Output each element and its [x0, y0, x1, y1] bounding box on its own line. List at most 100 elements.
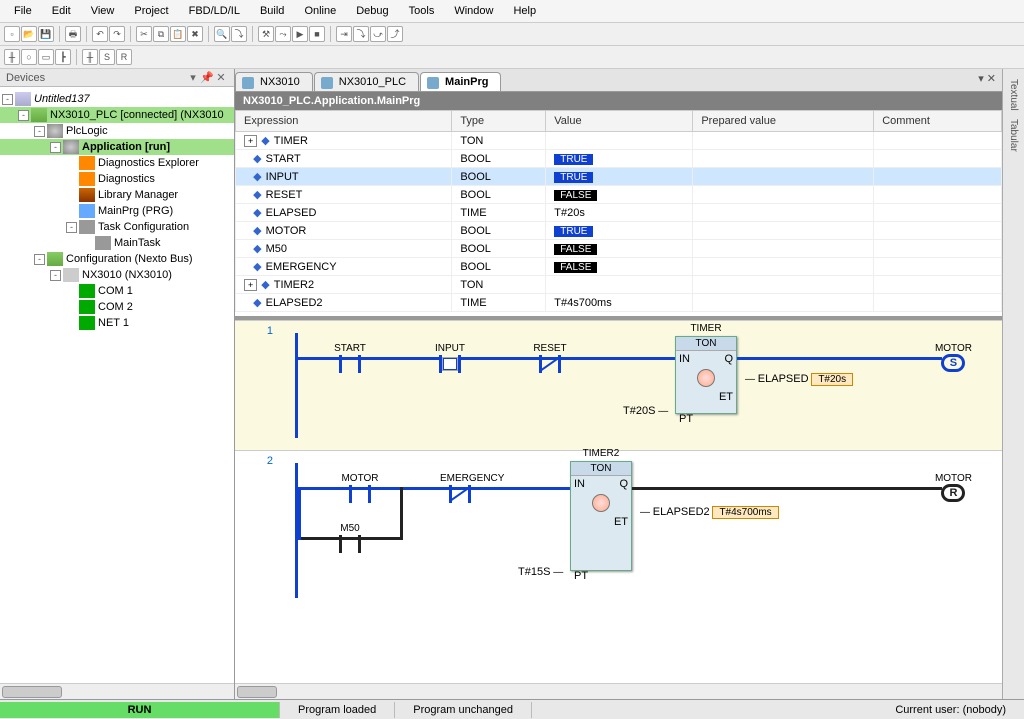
- block-timer[interactable]: TIMER TON INQ ET PT: [675, 336, 737, 414]
- new-icon[interactable]: ▫: [4, 26, 20, 42]
- menu-edit[interactable]: Edit: [42, 2, 81, 20]
- contact-m50[interactable]: M50: [330, 523, 370, 553]
- contact-reset[interactable]: RESET: [530, 343, 570, 373]
- tree-node[interactable]: COM 1: [0, 283, 234, 299]
- col-comment[interactable]: Comment: [874, 111, 1002, 132]
- menu-debug[interactable]: Debug: [346, 2, 398, 20]
- clock-icon: [697, 369, 715, 387]
- find-icon[interactable]: 🔍: [214, 26, 230, 42]
- col-prepared-value[interactable]: Prepared value: [693, 111, 874, 132]
- menubar: FileEditViewProjectFBD/LD/ILBuildOnlineD…: [0, 0, 1024, 23]
- var-row[interactable]: ◆MOTORBOOLTRUE: [236, 222, 1002, 240]
- toolbar-2: ╫ ○ ▭ ┣ ╫ S R: [0, 46, 1024, 69]
- ld-nc-icon[interactable]: ╫: [82, 49, 98, 65]
- tree-node[interactable]: Library Manager: [0, 187, 234, 203]
- rung-2[interactable]: 2 MOTOR EMERGENCY M50: [235, 450, 1002, 610]
- block-timer2[interactable]: TIMER2 TON INQ ET PT: [570, 461, 632, 571]
- panel-menu-icon[interactable]: ▾: [186, 71, 200, 84]
- ld-contact-icon[interactable]: ╫: [4, 49, 20, 65]
- tree-node[interactable]: -PlcLogic: [0, 123, 234, 139]
- contact-input[interactable]: INPUT: [430, 343, 470, 373]
- tree-node[interactable]: -Task Configuration: [0, 219, 234, 235]
- tab-mainprg[interactable]: MainPrg: [420, 72, 501, 91]
- tree-node[interactable]: -Application [run]: [0, 139, 234, 155]
- coil-motor-1[interactable]: MOTOR S: [935, 343, 972, 372]
- var-row[interactable]: ◆M50BOOLFALSE: [236, 240, 1002, 258]
- tree-node[interactable]: -Untitled137: [0, 91, 234, 107]
- menu-online[interactable]: Online: [294, 2, 346, 20]
- tree-node[interactable]: Diagnostics Explorer: [0, 155, 234, 171]
- build-icon[interactable]: ⚒: [258, 26, 274, 42]
- panel-close-icon[interactable]: ✕: [214, 71, 228, 84]
- tree-node[interactable]: -NX3010_PLC [connected] (NX3010: [0, 107, 234, 123]
- ld-block-icon[interactable]: ▭: [38, 49, 54, 65]
- save-icon[interactable]: 💾: [38, 26, 54, 42]
- rung-1[interactable]: 1 START INPUT RESET TIMER TON: [235, 320, 1002, 450]
- ladder-scrollbar[interactable]: [237, 686, 277, 698]
- panel-pin-icon[interactable]: 📌: [200, 71, 214, 84]
- open-icon[interactable]: 📂: [21, 26, 37, 42]
- cut-icon[interactable]: ✂: [136, 26, 152, 42]
- contact-motor[interactable]: MOTOR: [340, 473, 380, 503]
- rung-number: 1: [239, 325, 279, 337]
- tab-close-icon[interactable]: ▾ ✕: [502, 72, 1002, 91]
- tab-nx3010_plc[interactable]: NX3010_PLC: [314, 72, 419, 91]
- ld-branch-icon[interactable]: ┣: [55, 49, 71, 65]
- menu-fbd/ld/il[interactable]: FBD/LD/IL: [179, 2, 250, 20]
- menu-window[interactable]: Window: [444, 2, 503, 20]
- tree-node[interactable]: MainPrg (PRG): [0, 203, 234, 219]
- menu-help[interactable]: Help: [503, 2, 546, 20]
- tree-node[interactable]: -NX3010 (NX3010): [0, 267, 234, 283]
- col-type[interactable]: Type: [452, 111, 546, 132]
- toolbar-1: ▫ 📂 💾 🖶 ↶ ↷ ✂ ⧉ 📋 ✖ 🔍 ⤵ ⚒ ⤳ ▶ ■ ⇥ ⤵ ⤻ ⤴: [0, 23, 1024, 46]
- menu-build[interactable]: Build: [250, 2, 294, 20]
- ld-set-icon[interactable]: S: [99, 49, 115, 65]
- var-row[interactable]: +◆TIMERTON: [236, 132, 1002, 150]
- tree-node[interactable]: COM 2: [0, 299, 234, 315]
- var-row[interactable]: ◆STARTBOOLTRUE: [236, 150, 1002, 168]
- menu-project[interactable]: Project: [124, 2, 178, 20]
- contact-emergency[interactable]: EMERGENCY: [440, 473, 480, 503]
- var-row[interactable]: ◆INPUTBOOLTRUE: [236, 168, 1002, 186]
- tab-textual[interactable]: Textual: [1008, 75, 1019, 115]
- copy-icon[interactable]: ⧉: [153, 26, 169, 42]
- step-into-icon[interactable]: ⤵: [353, 26, 369, 42]
- step-over-icon[interactable]: ⤻: [370, 26, 386, 42]
- stop-icon[interactable]: ■: [309, 26, 325, 42]
- var-row[interactable]: ◆RESETBOOLFALSE: [236, 186, 1002, 204]
- col-expression[interactable]: Expression: [236, 111, 452, 132]
- var-row[interactable]: ◆EMERGENCYBOOLFALSE: [236, 258, 1002, 276]
- step-out-icon[interactable]: ⤴: [387, 26, 403, 42]
- coil-motor-2[interactable]: MOTOR R: [935, 473, 972, 502]
- tree-node[interactable]: Diagnostics: [0, 171, 234, 187]
- start-icon[interactable]: ▶: [292, 26, 308, 42]
- ld-coil-icon[interactable]: ○: [21, 49, 37, 65]
- find-next-icon[interactable]: ⤵: [231, 26, 247, 42]
- undo-icon[interactable]: ↶: [92, 26, 108, 42]
- col-value[interactable]: Value: [546, 111, 693, 132]
- device-tree[interactable]: -Untitled137-NX3010_PLC [connected] (NX3…: [0, 87, 234, 683]
- ld-reset-icon[interactable]: R: [116, 49, 132, 65]
- variable-grid[interactable]: ExpressionTypeValuePrepared valueComment…: [235, 110, 1002, 320]
- tab-tabular[interactable]: Tabular: [1008, 115, 1019, 156]
- devices-title: Devices: [6, 72, 186, 84]
- login-icon[interactable]: ⤳: [275, 26, 291, 42]
- var-row[interactable]: +◆TIMER2TON: [236, 276, 1002, 294]
- tree-node[interactable]: -Configuration (Nexto Bus): [0, 251, 234, 267]
- var-row[interactable]: ◆ELAPSED2TIMET#4s700ms: [236, 294, 1002, 312]
- tree-node[interactable]: MainTask: [0, 235, 234, 251]
- menu-view[interactable]: View: [81, 2, 125, 20]
- menu-file[interactable]: File: [4, 2, 42, 20]
- var-row[interactable]: ◆ELAPSEDTIMET#20s: [236, 204, 1002, 222]
- step-icon[interactable]: ⇥: [336, 26, 352, 42]
- menu-tools[interactable]: Tools: [399, 2, 445, 20]
- delete-icon[interactable]: ✖: [187, 26, 203, 42]
- tree-scrollbar[interactable]: [2, 686, 62, 698]
- contact-start[interactable]: START: [330, 343, 370, 373]
- tree-node[interactable]: NET 1: [0, 315, 234, 331]
- ladder-view[interactable]: 1 START INPUT RESET TIMER TON: [235, 320, 1002, 683]
- paste-icon[interactable]: 📋: [170, 26, 186, 42]
- print-icon[interactable]: 🖶: [65, 26, 81, 42]
- redo-icon[interactable]: ↷: [109, 26, 125, 42]
- tab-nx3010[interactable]: NX3010: [235, 72, 313, 91]
